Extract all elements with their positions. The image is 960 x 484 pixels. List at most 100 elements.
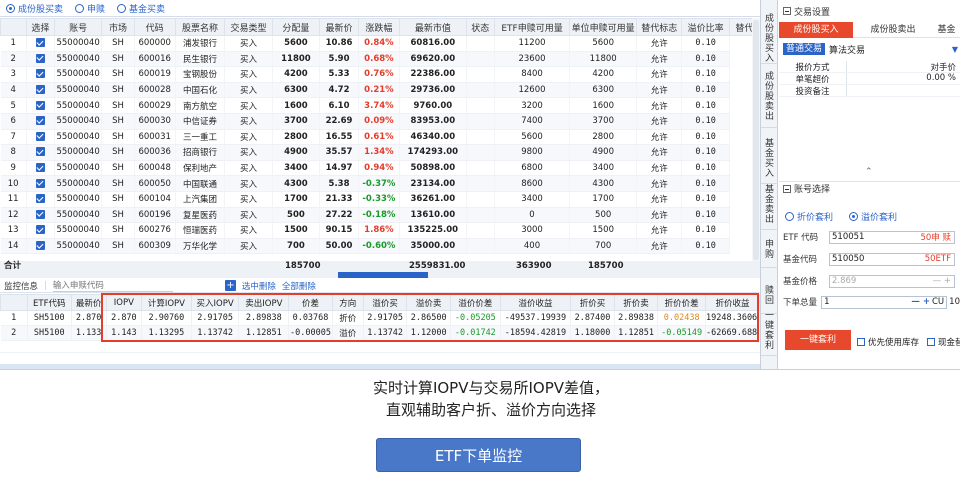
table-cell[interactable] (26, 238, 55, 255)
monitor-column-header[interactable]: 方向 (331, 294, 364, 311)
tab-constituent-sell[interactable]: 成份股卖出 (853, 22, 933, 38)
checkbox-checked-icon[interactable] (35, 53, 45, 63)
table-cell[interactable] (26, 113, 55, 130)
tab-constituent-buy[interactable]: 成份股买入 (779, 22, 853, 38)
table-cell[interactable] (26, 66, 55, 83)
arb-radio-1[interactable]: 折价套利 (785, 210, 833, 223)
table-vertical-scrollbar[interactable] (752, 18, 760, 262)
etf-code-input[interactable]: 510051 50申 赎 (829, 230, 955, 244)
qty-stepper-icon[interactable]: — + (911, 297, 932, 307)
vtab-3[interactable]: 基金买入 (761, 134, 778, 184)
table-row[interactable]: 14 55000040 SH 600309 万华化学 买入 700 50.00 -0.60% 35… (0, 238, 760, 255)
setting-row[interactable]: 报价方式 对手价 (779, 61, 960, 73)
checkbox-checked-icon[interactable] (35, 194, 45, 204)
checkbox-checked-icon[interactable] (35, 38, 45, 48)
column-header[interactable]: 选择 (25, 18, 55, 36)
column-header[interactable]: 单位申赎可用量 (569, 18, 638, 36)
radio-dot-icon[interactable] (6, 3, 15, 13)
column-header[interactable]: 股票名称 (174, 18, 226, 36)
one-click-arbitrage-button[interactable]: 一键套利 (785, 330, 851, 350)
monitor-column-header[interactable]: 折价价差 (657, 294, 706, 311)
table-row[interactable]: 6 55000040 SH 600030 中信证券 买入 3700 22.69 0.09% 839… (0, 113, 760, 130)
table-cell[interactable] (26, 97, 55, 114)
monitor-search-input[interactable] (52, 279, 173, 292)
checkbox-checked-icon[interactable] (35, 163, 45, 173)
radio-dot-icon[interactable] (849, 212, 859, 221)
checkbox-icon[interactable] (857, 338, 865, 346)
add-icon[interactable]: + (224, 280, 236, 291)
normal-trade-button[interactable]: 普通交易 (783, 43, 826, 55)
algo-trade-button[interactable]: 算法交易 (829, 43, 865, 56)
table-row[interactable]: 8 55000040 SH 600036 招商银行 买入 4900 35.57 1.34% 174… (0, 144, 760, 161)
radio-dot-icon[interactable] (785, 212, 794, 221)
fund-code-input[interactable]: 510050 50ETF (829, 252, 955, 266)
table-row[interactable]: 13 55000040 SH 600276 恒瑞医药 买入 1500 90.15 1.86% 13… (0, 222, 760, 239)
fund-price-input[interactable]: 2.869 — + (829, 274, 955, 288)
monitor-column-header[interactable]: 溢价买 (362, 294, 408, 311)
vtab-2[interactable]: 成份股卖出 (761, 66, 778, 128)
monitor-column-header[interactable]: 折价收益 (705, 294, 760, 311)
checkbox-checked-icon[interactable] (35, 147, 45, 157)
monitor-row[interactable]: 1 SH5100 2.870 2.870 2.90760 2.91705 2.89838 0.… (0, 310, 760, 326)
arb-radio-2[interactable]: 溢价套利 (849, 210, 897, 223)
table-cell[interactable] (26, 222, 55, 239)
monitor-column-header[interactable]: 溢价卖 (406, 294, 451, 311)
checkbox-icon[interactable] (927, 338, 936, 346)
table-row[interactable]: 11 55000040 SH 600104 上汽集团 买入 1700 21.33 -0.33% 3… (0, 191, 760, 208)
table-row[interactable]: 1 55000040 SH 600000 浦发银行 买入 5600 10.86 0.84% 608… (0, 35, 760, 52)
account-select-header[interactable]: 账号选择 (779, 181, 960, 195)
delete-all-link[interactable]: 全部删除 (282, 280, 316, 292)
checkbox-checked-icon[interactable] (35, 178, 45, 188)
radio-3[interactable]: 基金买卖 (117, 2, 165, 15)
table-row[interactable]: 4 55000040 SH 600028 中国石化 买入 6300 4.72 0.21% 2973… (0, 82, 760, 99)
monitor-column-header[interactable]: 卖出IOPV (238, 294, 290, 311)
dropdown-caret-icon[interactable]: ▼ (952, 45, 958, 54)
column-header[interactable]: 账号 (53, 18, 103, 36)
table-cell[interactable] (26, 129, 55, 146)
column-header[interactable]: 交易类型 (224, 18, 273, 36)
column-header[interactable]: 代码 (133, 18, 176, 36)
chevron-up-icon[interactable]: ⌃ (865, 167, 873, 177)
order-qty-input[interactable]: 1 — + CU (821, 295, 948, 309)
etf-order-monitor-button[interactable]: ETF下单监控 (376, 438, 581, 472)
checkbox-checked-icon[interactable] (35, 100, 45, 110)
monitor-column-header[interactable]: 价差 (288, 294, 333, 311)
vtab-1[interactable]: 成份股买入 (761, 14, 778, 64)
trade-settings-header[interactable]: 交易设置 (779, 4, 960, 18)
splitter-bar[interactable] (0, 272, 760, 278)
table-row[interactable]: 2 55000040 SH 600016 民生银行 买入 11800 5.90 0.68% 696… (0, 51, 760, 68)
collapse-icon[interactable] (783, 7, 791, 15)
column-header[interactable]: 分配量 (271, 18, 321, 36)
column-header[interactable] (0, 18, 27, 36)
monitor-column-header[interactable]: 计算IOPV (141, 294, 192, 311)
scroll-thumb[interactable] (753, 20, 759, 260)
table-row[interactable]: 3 55000040 SH 600019 宝钢股份 买入 4200 5.33 0.76% 2238… (0, 66, 760, 83)
monitor-column-header[interactable] (0, 294, 28, 311)
table-cell[interactable] (26, 191, 55, 208)
monitor-column-header[interactable]: 折价卖 (613, 294, 659, 311)
monitor-column-header[interactable]: 买入IOPV (190, 294, 240, 311)
table-cell[interactable] (26, 207, 55, 224)
radio-2[interactable]: 申赎 (75, 2, 105, 15)
column-header[interactable]: 涨跌幅 (357, 18, 400, 36)
radio-dot-icon[interactable] (75, 3, 85, 13)
monitor-row[interactable]: 2 SH5100 1.133 1.143 1.13295 1.13742 1.12851 -0… (0, 325, 760, 341)
checkbox-checked-icon[interactable] (35, 241, 45, 251)
column-header[interactable]: 溢价比率 (681, 18, 730, 36)
delete-selected-link[interactable]: 选中删除 (242, 280, 276, 292)
column-header[interactable]: 最新市值 (398, 18, 467, 36)
checkbox-checked-icon[interactable] (35, 69, 45, 79)
monitor-column-header[interactable]: 折价买 (570, 294, 615, 311)
setting-value[interactable]: 0.00 % (847, 73, 960, 84)
column-header[interactable]: ETF申赎可用量 (493, 18, 571, 36)
monitor-column-header[interactable]: ETF代码 (26, 294, 72, 311)
checkbox-checked-icon[interactable] (35, 131, 45, 141)
table-cell[interactable] (26, 175, 55, 192)
setting-value[interactable] (847, 85, 960, 96)
splitter-handle[interactable] (338, 272, 428, 278)
radio-1[interactable]: 成份股买卖 (6, 2, 63, 15)
table-cell[interactable] (26, 82, 55, 99)
table-row[interactable]: 10 55000040 SH 600050 中国联通 买入 4300 5.38 -0.37% 23… (0, 175, 760, 192)
column-header[interactable]: 市场 (101, 18, 135, 36)
table-cell[interactable] (26, 51, 55, 68)
